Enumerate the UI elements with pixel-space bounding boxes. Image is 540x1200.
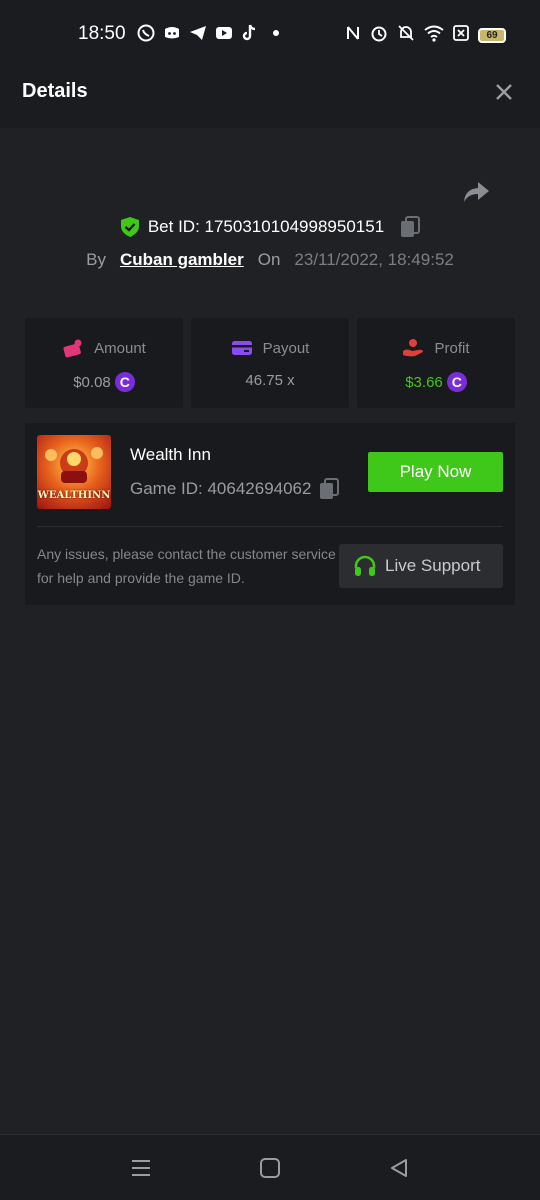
game-card: WEALTHINN Wealth Inn Game ID: 4064269406… <box>25 423 515 605</box>
recent-apps-button[interactable] <box>130 1157 152 1179</box>
back-button[interactable] <box>388 1157 410 1179</box>
menu-icon <box>132 1160 150 1176</box>
headset-icon <box>354 555 376 576</box>
game-thumb-text: WEALTHINN <box>37 490 111 501</box>
share-button[interactable] <box>462 180 490 204</box>
close-button[interactable] <box>494 82 514 102</box>
game-thumbnail[interactable]: WEALTHINN <box>37 435 111 509</box>
back-triangle-icon <box>391 1159 407 1177</box>
whatsapp-icon <box>137 24 155 42</box>
profit-hand-icon <box>403 339 424 357</box>
copy-bet-id-icon[interactable] <box>400 216 421 238</box>
amount-value: $0.08 <box>73 373 111 391</box>
on-label: On <box>257 250 281 269</box>
profit-card: Profit $3.66 C <box>357 318 515 408</box>
amount-icon <box>63 339 82 358</box>
bet-datetime: 23/11/2022, 18:49:52 <box>294 250 454 269</box>
status-system-icons: 69 <box>345 24 506 47</box>
page-title: Details <box>22 80 88 102</box>
game-id-row: Game ID: 40642694062 <box>130 478 340 500</box>
play-now-button[interactable]: Play Now <box>368 452 503 492</box>
system-nav-bar <box>0 1134 540 1200</box>
amount-label: Amount <box>94 339 146 357</box>
dot-icon <box>267 24 285 42</box>
payout-card: Payout 46.75 x <box>191 318 349 408</box>
details-header: Details <box>0 56 540 128</box>
game-name: Wealth Inn <box>130 445 211 464</box>
user-link[interactable]: Cuban gambler <box>120 250 244 270</box>
wallet-icon <box>231 341 252 355</box>
live-support-label: Live Support <box>385 556 481 575</box>
status-time: 18:50 <box>78 23 126 44</box>
copy-game-id-icon[interactable] <box>319 478 340 500</box>
alarm-icon <box>370 24 388 47</box>
status-app-icons <box>137 24 285 42</box>
profit-value: $3.66 <box>405 373 443 391</box>
youtube-icon <box>215 24 233 42</box>
battery-indicator: 69 <box>478 28 506 43</box>
divider <box>37 526 503 527</box>
home-button[interactable] <box>259 1157 281 1179</box>
home-square-icon <box>260 1158 280 1178</box>
sim-off-icon <box>453 25 469 46</box>
bet-meta-row: By Cuban gambler On 23/11/2022, 18:49:52 <box>0 250 540 270</box>
bet-id: Bet ID: 1750310104998950151 <box>147 217 385 236</box>
wifi-icon <box>424 24 444 47</box>
share-icon <box>464 182 489 202</box>
profit-label: Profit <box>434 339 470 357</box>
discord-icon <box>163 24 181 42</box>
by-label: By <box>86 250 106 269</box>
tiktok-icon <box>241 24 259 42</box>
mute-icon <box>397 24 415 47</box>
telegram-icon <box>189 24 207 42</box>
payout-value: 46.75 x <box>245 372 295 389</box>
coin-icon: C <box>114 372 135 392</box>
shield-check-icon <box>120 217 139 237</box>
nfc-icon <box>345 24 361 47</box>
status-bar: 18:50 69 <box>0 0 540 56</box>
coin-icon: C <box>446 372 467 392</box>
payout-label: Payout <box>262 339 310 357</box>
live-support-button[interactable]: Live Support <box>339 544 503 588</box>
support-text: Any issues, please contact the customer … <box>37 546 336 586</box>
close-icon <box>496 84 512 100</box>
amount-card: Amount $0.08 C <box>25 318 183 408</box>
game-id: Game ID: 40642694062 <box>130 479 312 498</box>
bet-id-row: Bet ID: 1750310104998950151 <box>0 216 540 238</box>
